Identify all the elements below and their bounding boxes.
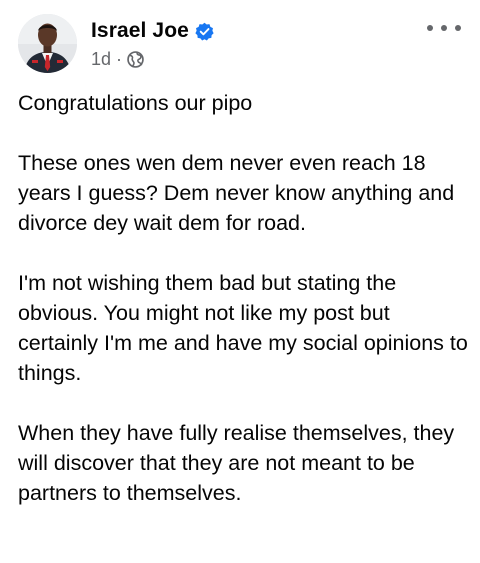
globe-icon[interactable] (127, 51, 144, 68)
more-dot (455, 25, 461, 31)
post-paragraph: I'm not wishing them bad but stating the… (18, 271, 468, 385)
meta-separator: · (116, 49, 123, 69)
avatar-photo (18, 14, 77, 73)
avatar[interactable] (18, 14, 77, 73)
author-name[interactable]: Israel Joe (91, 19, 189, 43)
post-paragraph: These ones wen dem never even reach 18 y… (18, 151, 455, 235)
more-dot (441, 25, 447, 31)
post-paragraph: Congratulations our pipo (18, 91, 253, 115)
author-row: Israel Joe (91, 17, 214, 45)
post-timestamp[interactable]: 1d (91, 49, 111, 70)
more-dot (427, 25, 433, 31)
post-text: Congratulations our pipo These ones wen … (18, 88, 468, 538)
post-meta: 1d · (91, 49, 214, 70)
more-options-icon[interactable] (424, 16, 464, 40)
author-block: Israel Joe 1d · (91, 17, 214, 70)
post-paragraph: When they have fully realise themselves,… (18, 421, 455, 505)
verified-badge-icon (195, 22, 214, 41)
post-header: Israel Joe 1d · (18, 14, 468, 76)
